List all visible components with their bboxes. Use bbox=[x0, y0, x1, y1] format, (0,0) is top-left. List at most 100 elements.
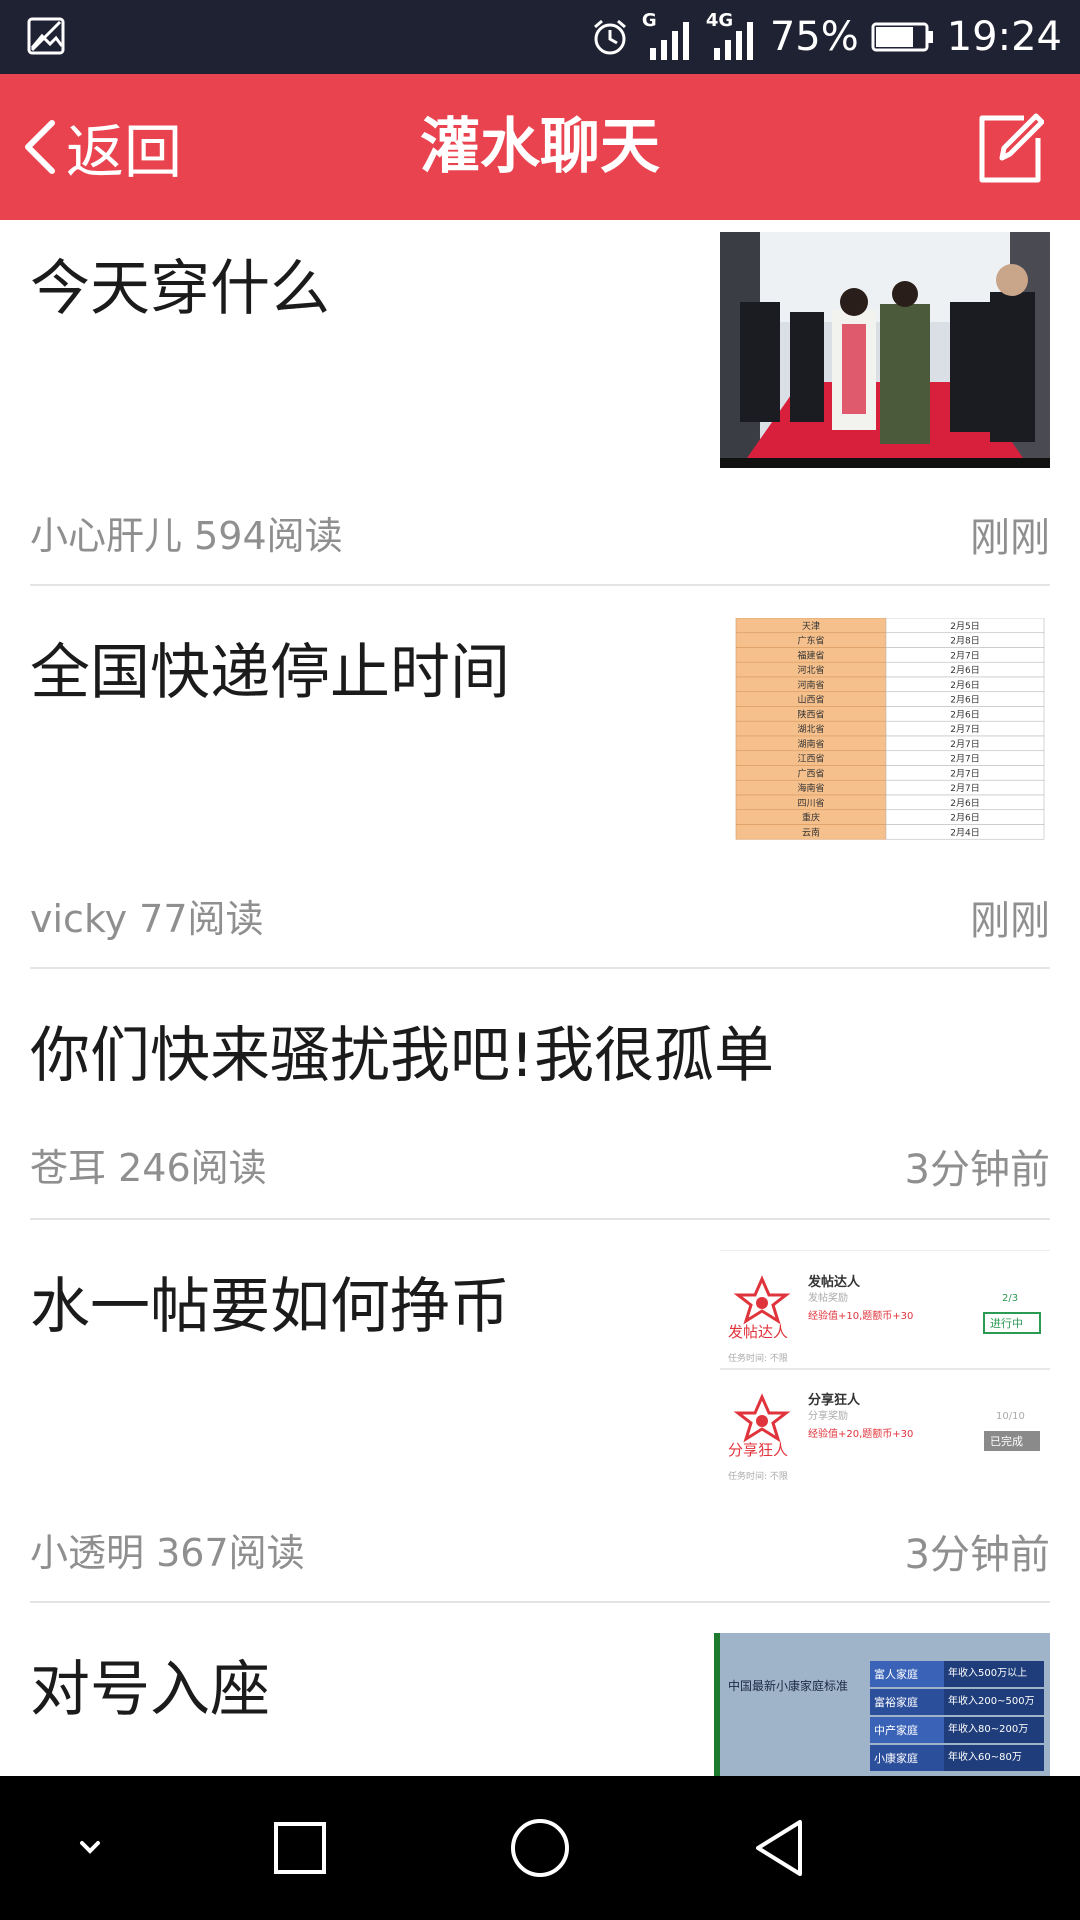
date-cell: 2月5日 bbox=[950, 621, 979, 632]
province-cell: 广西省 bbox=[797, 767, 824, 779]
status-bar: G 4G 75% 19:24 bbox=[0, 0, 1080, 74]
post-author: 小心肝儿 bbox=[30, 514, 183, 558]
back-button[interactable]: 返回 bbox=[20, 74, 182, 220]
province-cell: 河南省 bbox=[797, 679, 824, 691]
post-title: 对号入座 bbox=[30, 1655, 270, 1725]
income-row-label: 富裕家庭 bbox=[874, 1696, 918, 1709]
post-author: 小透明 bbox=[30, 1531, 145, 1575]
navigation-bar bbox=[0, 1776, 1080, 1920]
date-cell: 2月6日 bbox=[950, 665, 979, 676]
nav-recent-button[interactable] bbox=[250, 1776, 350, 1920]
income-row-label: 富人家庭 bbox=[874, 1668, 918, 1681]
post-title: 水一帖要如何挣币 bbox=[30, 1272, 510, 1342]
province-cell: 河北省 bbox=[797, 664, 824, 676]
post-author: vicky bbox=[30, 897, 128, 941]
chevron-down-icon bbox=[80, 1841, 100, 1854]
triangle-back-icon bbox=[756, 1820, 802, 1876]
post-title: 你们快来骚扰我吧!我很孤单 bbox=[30, 1021, 775, 1091]
post-item[interactable]: 全国快递停止时间 天津 2月5日 广东省 2月8日 福建省 2月7日 河北省 2月6日 河南省 2… bbox=[30, 586, 1050, 969]
date-cell: 2月8日 bbox=[950, 636, 979, 647]
post-title: 全国快递停止时间 bbox=[30, 638, 510, 708]
post-time: 刚刚 bbox=[970, 898, 1050, 944]
income-row-value: 年收入200~500万 bbox=[944, 1689, 1044, 1715]
task1-name: 发帖达人 bbox=[808, 1275, 861, 1290]
compose-icon[interactable] bbox=[974, 110, 1044, 184]
clock: 19:24 bbox=[946, 14, 1062, 60]
task2-reward: 经验值+20,题额币+30 bbox=[808, 1429, 914, 1440]
income-row: 中产家庭 年收入80~200万 bbox=[870, 1717, 1044, 1743]
income-row: 富人家庭 年收入500万以上 bbox=[870, 1661, 1044, 1687]
post-author: 苍耳 bbox=[30, 1146, 107, 1190]
post-time: 刚刚 bbox=[970, 515, 1050, 561]
income-row-value: 年收入500万以上 bbox=[944, 1661, 1044, 1687]
nav-hide-button[interactable] bbox=[50, 1776, 130, 1920]
post-time: 3分钟前 bbox=[904, 1147, 1050, 1193]
income-row: 小康家庭 年收入60~80万 bbox=[870, 1745, 1044, 1771]
post-reads: 77阅读 bbox=[139, 897, 264, 941]
back-label: 返回 bbox=[66, 118, 183, 186]
square-icon bbox=[274, 1822, 326, 1874]
alarm-clock-icon bbox=[593, 19, 626, 55]
signal-icon-2: 4G bbox=[706, 10, 758, 62]
post-item[interactable]: 今天穿什么 小心肝儿 594阅读 刚刚 bbox=[30, 220, 1050, 586]
post-list[interactable]: 今天穿什么 小心肝儿 594阅读 刚刚 全国快递停止时间 天津 2月5日 广东省… bbox=[0, 220, 1080, 1776]
date-cell: 2月6日 bbox=[950, 798, 979, 809]
post-thumbnail-table: 天津 2月5日 广东省 2月8日 福建省 2月7日 河北省 2月6日 河南省 2月6日 山西省 2月6… bbox=[720, 618, 1050, 854]
nav-back-button[interactable] bbox=[730, 1776, 830, 1920]
task2-badge-label: 分享狂人 bbox=[728, 1441, 789, 1459]
task1-progress: 2/3 bbox=[1002, 1293, 1019, 1304]
task2-sub: 分享奖励 bbox=[808, 1411, 848, 1422]
date-cell: 2月7日 bbox=[950, 739, 979, 750]
post-reads: 594阅读 bbox=[194, 514, 343, 558]
signal-icon-1: G bbox=[642, 10, 694, 62]
date-cell: 2月7日 bbox=[950, 754, 979, 765]
task2-name: 分享狂人 bbox=[808, 1393, 861, 1408]
gallery-notification-icon bbox=[27, 17, 65, 55]
post-item[interactable]: 对号入座 中国最新小康家庭标准 富人家庭 年收入500万以上富裕家庭 年收入200~… bbox=[30, 1603, 1050, 1776]
date-cell: 2月7日 bbox=[950, 768, 979, 779]
nav-home-button[interactable] bbox=[490, 1776, 590, 1920]
post-thumbnail-screen: 中国最新小康家庭标准 富人家庭 年收入500万以上富裕家庭 年收入200~500万中… bbox=[714, 1633, 1050, 1776]
province-cell: 海南省 bbox=[797, 782, 824, 794]
post-meta: 小透明 367阅读 bbox=[30, 1522, 305, 1577]
post-meta: 苍耳 246阅读 bbox=[30, 1137, 267, 1192]
task1-badge-label: 发帖达人 bbox=[728, 1323, 789, 1341]
task2-time: 任务时间: 不限 bbox=[728, 1472, 788, 1482]
post-time: 3分钟前 bbox=[904, 1532, 1050, 1578]
province-cell: 四川省 bbox=[797, 797, 824, 809]
chevron-left-icon bbox=[25, 120, 55, 174]
income-row-value: 年收入60~80万 bbox=[944, 1745, 1044, 1771]
province-cell: 重庆 bbox=[802, 812, 820, 824]
post-item[interactable]: 水一帖要如何挣币 发帖达人 发帖达人 发帖奖励 经验值+10,题额币+30 任务… bbox=[30, 1220, 1050, 1603]
income-row-value: 年收入80~200万 bbox=[944, 1717, 1044, 1743]
province-cell: 福建省 bbox=[797, 649, 824, 661]
date-cell: 2月6日 bbox=[950, 709, 979, 720]
post-meta: vicky 77阅读 bbox=[30, 888, 264, 943]
post-thumbnail-photo bbox=[720, 232, 1050, 468]
province-cell: 湖北省 bbox=[797, 723, 824, 735]
date-cell: 2月6日 bbox=[950, 813, 979, 824]
battery-icon bbox=[871, 22, 933, 52]
post-item[interactable]: 你们快来骚扰我吧!我很孤单 苍耳 246阅读 3分钟前 bbox=[30, 969, 1050, 1220]
income-row: 富裕家庭 年收入200~500万 bbox=[870, 1689, 1044, 1715]
task1-status: 进行中 bbox=[990, 1317, 1023, 1330]
battery-percent: 75% bbox=[769, 14, 859, 60]
province-cell: 广东省 bbox=[797, 635, 824, 647]
task1-reward: 经验值+10,题额币+30 bbox=[808, 1311, 914, 1322]
task2-progress: 10/10 bbox=[996, 1411, 1025, 1422]
province-cell: 天津 bbox=[802, 621, 820, 632]
income-row-label: 小康家庭 bbox=[874, 1752, 918, 1765]
province-cell: 江西省 bbox=[797, 753, 824, 765]
income-table: 富人家庭 年收入500万以上富裕家庭 年收入200~500万 中产家庭 年收入80~20… bbox=[870, 1661, 1044, 1773]
task1-sub: 发帖奖励 bbox=[808, 1293, 848, 1304]
province-cell: 山西省 bbox=[797, 694, 824, 706]
post-title: 今天穿什么 bbox=[30, 254, 330, 324]
date-cell: 2月6日 bbox=[950, 680, 979, 691]
app-bar: 返回 灌水聊天 bbox=[0, 74, 1080, 220]
income-heading: 中国最新小康家庭标准 bbox=[728, 1679, 849, 1693]
date-cell: 2月7日 bbox=[950, 650, 979, 661]
post-thumbnail-tasks: 发帖达人 发帖达人 发帖奖励 经验值+10,题额币+30 任务时间: 不限 2/… bbox=[720, 1250, 1050, 1487]
province-cell: 陕西省 bbox=[797, 708, 824, 720]
circle-icon bbox=[511, 1819, 569, 1877]
date-cell: 2月4日 bbox=[950, 827, 979, 838]
